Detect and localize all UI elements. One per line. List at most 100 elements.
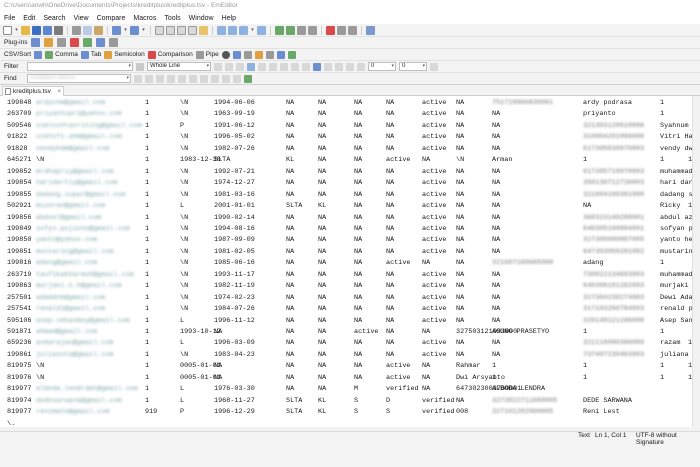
find-option-icon[interactable] bbox=[167, 74, 175, 83]
chevron-down-icon[interactable]: ▾ bbox=[123, 26, 128, 35]
print-icon[interactable] bbox=[54, 25, 63, 35]
table-row[interactable]: 819974 dedesarwana@gmail.com 1 L 1968-11-27 S… bbox=[0, 396, 690, 407]
filter-option-icon[interactable] bbox=[313, 62, 321, 71]
run-macro-icon[interactable] bbox=[337, 25, 346, 35]
new-file-icon[interactable] bbox=[3, 25, 12, 35]
chevron-down-icon[interactable]: ▾ bbox=[141, 26, 146, 35]
table-row[interactable]: 199863 murjaki.k.h@gmail.com 1 \N 1982-11-19… bbox=[0, 281, 697, 292]
table-row[interactable]: 199850 yanto@yahoo.com 1 \N 1987-09-09 NA NA NA… bbox=[0, 235, 700, 246]
filter-option-icon[interactable] bbox=[335, 62, 343, 71]
table-row[interactable]: 819977 renimate@gmail.com 919 P 1996-12-29 SL… bbox=[0, 407, 690, 418]
open-folder-icon[interactable] bbox=[21, 25, 30, 35]
table-row[interactable]: 509546 simlochtanriting@gmail.com 1 P 1991-0… bbox=[0, 121, 690, 132]
chevron-down-icon[interactable]: ▾ bbox=[14, 26, 19, 35]
table-row[interactable]: 199848 ardychm@gmail.com 1 \N 1994-06-06 NA NA… bbox=[0, 98, 690, 109]
split-icon[interactable] bbox=[297, 25, 306, 35]
find-next-icon[interactable] bbox=[166, 25, 175, 35]
plugin-icon[interactable] bbox=[57, 38, 67, 47]
table-row[interactable]: 199854 haridartiy@gmail.com 1 \N 1974-12-27 N… bbox=[0, 178, 700, 189]
find-option-icon[interactable] bbox=[233, 74, 241, 83]
find-option-icon[interactable] bbox=[200, 74, 208, 83]
find-option-icon[interactable] bbox=[178, 74, 186, 83]
table-row[interactable]: 819977 aldoda.lendramt@gmail.com 1 L 1976-03… bbox=[0, 384, 690, 395]
context-before-input[interactable]: 0 ▾ bbox=[368, 62, 396, 71]
marks-icon[interactable] bbox=[257, 25, 266, 35]
csv-comparison-button[interactable]: Comparison bbox=[147, 50, 193, 59]
status-mode[interactable]: Text bbox=[578, 432, 590, 439]
save-all-icon[interactable] bbox=[43, 25, 52, 35]
filter-option-icon[interactable] bbox=[324, 62, 332, 71]
text-editor[interactable]: 199848 ardychm@gmail.com 1 \N 1994-06-06 NA NA… bbox=[0, 96, 700, 427]
compare-icon[interactable] bbox=[275, 25, 284, 35]
table-row[interactable]: 199849 sofyo.pujiono@gmail.com 1 \N 1994-08-… bbox=[0, 224, 700, 235]
vertical-scrollbar[interactable] bbox=[692, 96, 700, 427]
find-in-files-icon[interactable] bbox=[199, 25, 208, 35]
csv-icon[interactable] bbox=[34, 50, 43, 59]
plugin-icon[interactable] bbox=[96, 38, 106, 47]
csv-sort-label[interactable]: CSV/Sort bbox=[4, 51, 31, 58]
csv-option-icon[interactable] bbox=[243, 50, 252, 59]
document-tab[interactable]: kreditplus.tsv × bbox=[2, 86, 64, 96]
find-option-icon[interactable] bbox=[189, 74, 197, 83]
table-row[interactable]: 199856 abdoel@gmail.com 1 \N 1990-02-14 NA NA N… bbox=[0, 213, 700, 224]
menu-window[interactable]: Window bbox=[189, 15, 214, 22]
redo-icon[interactable] bbox=[130, 25, 139, 35]
filter-icon[interactable] bbox=[136, 62, 144, 71]
add-icon[interactable] bbox=[244, 74, 252, 83]
csv-option-icon[interactable] bbox=[287, 50, 296, 59]
table-row[interactable]: 257541 renaldi@gmail.com 1 \N 1984-07-26 NA NA… bbox=[0, 304, 697, 315]
find-option-icon[interactable] bbox=[156, 74, 164, 83]
filter-option-icon[interactable] bbox=[430, 62, 438, 71]
table-row[interactable]: 591871 ahmad@gmail.com 1 1993-10-12 NA NA NA ac… bbox=[0, 327, 690, 338]
csv-option-icon[interactable] bbox=[276, 50, 285, 59]
table-row[interactable]: 91822 vikhifz.ahm@gmail.com 1 \N 1996-05-02 N… bbox=[0, 132, 700, 143]
csv-option-icon[interactable] bbox=[232, 50, 241, 59]
record-macro-icon[interactable] bbox=[326, 25, 335, 35]
status-encoding[interactable]: UTF-8 without Signature bbox=[636, 432, 700, 446]
undo-icon[interactable] bbox=[112, 25, 121, 35]
menu-help[interactable]: Help bbox=[222, 15, 236, 22]
find-option-icon[interactable] bbox=[222, 74, 230, 83]
split-vertical-icon[interactable] bbox=[308, 25, 317, 35]
chevron-down-icon[interactable]: ▾ bbox=[391, 63, 394, 70]
paste-icon[interactable] bbox=[94, 25, 103, 35]
table-row[interactable]: 199861 julianuta@gmail.com 1 \N 1983-04-23 NA… bbox=[0, 350, 697, 361]
find-option-icon[interactable] bbox=[211, 74, 219, 83]
cut-icon[interactable] bbox=[72, 25, 81, 35]
table-row[interactable]: 199855 dadang.supar@gmail.com 1 \N 1981-03-1… bbox=[0, 190, 697, 201]
plugin-icon[interactable] bbox=[44, 38, 54, 47]
match-case-icon[interactable] bbox=[214, 62, 222, 71]
filter-option-icon[interactable] bbox=[357, 62, 365, 71]
table-row[interactable]: 263719 taufikakbarmuh@gmail.com 1 \N 1993-11… bbox=[0, 270, 700, 281]
chevron-down-icon[interactable]: ▾ bbox=[126, 75, 129, 82]
filter-input[interactable]: ▾ bbox=[27, 62, 133, 71]
regex-icon[interactable] bbox=[247, 62, 255, 71]
filter-option-icon[interactable] bbox=[258, 62, 266, 71]
table-row[interactable]: 659236 asmarajan@gmail.com 1 L 1996-03-09 NA N… bbox=[0, 338, 692, 349]
menu-search[interactable]: Search bbox=[43, 15, 65, 22]
table-row[interactable]: \. bbox=[0, 419, 690, 427]
chevron-down-icon[interactable]: ▾ bbox=[422, 63, 425, 70]
table-row[interactable]: 502921 mizeran@gmail.com 1 L 2001-01-01 SLTA K… bbox=[0, 201, 692, 212]
whole-word-icon[interactable] bbox=[236, 62, 244, 71]
filter-mode-select[interactable]: Whole Line ▾ bbox=[147, 62, 211, 71]
chevron-down-icon[interactable]: ▾ bbox=[128, 63, 131, 70]
ruler-icon[interactable] bbox=[239, 25, 248, 35]
copy-icon[interactable] bbox=[83, 25, 92, 35]
context-after-input[interactable]: 0 ▾ bbox=[399, 62, 427, 71]
filter-option-icon[interactable] bbox=[302, 62, 310, 71]
find-option-icon[interactable] bbox=[145, 74, 153, 83]
filter-option-icon[interactable] bbox=[291, 62, 299, 71]
plugin-icon[interactable] bbox=[109, 38, 119, 47]
menu-view[interactable]: View bbox=[74, 15, 89, 22]
csv-comma-button[interactable]: Comma bbox=[45, 50, 78, 59]
macro-options-icon[interactable] bbox=[348, 25, 357, 35]
menu-file[interactable]: File bbox=[4, 15, 15, 22]
menu-tools[interactable]: Tools bbox=[164, 15, 180, 22]
table-row[interactable]: 819976 \N 1 0005-01-01 NA NA NA NA active NA Dwi A… bbox=[0, 373, 692, 384]
plugin-icon[interactable] bbox=[31, 38, 41, 47]
plugin-icon[interactable] bbox=[70, 38, 80, 47]
clear-filter-icon[interactable] bbox=[225, 62, 233, 71]
find-icon[interactable] bbox=[155, 25, 164, 35]
csv-option-icon[interactable] bbox=[265, 50, 274, 59]
